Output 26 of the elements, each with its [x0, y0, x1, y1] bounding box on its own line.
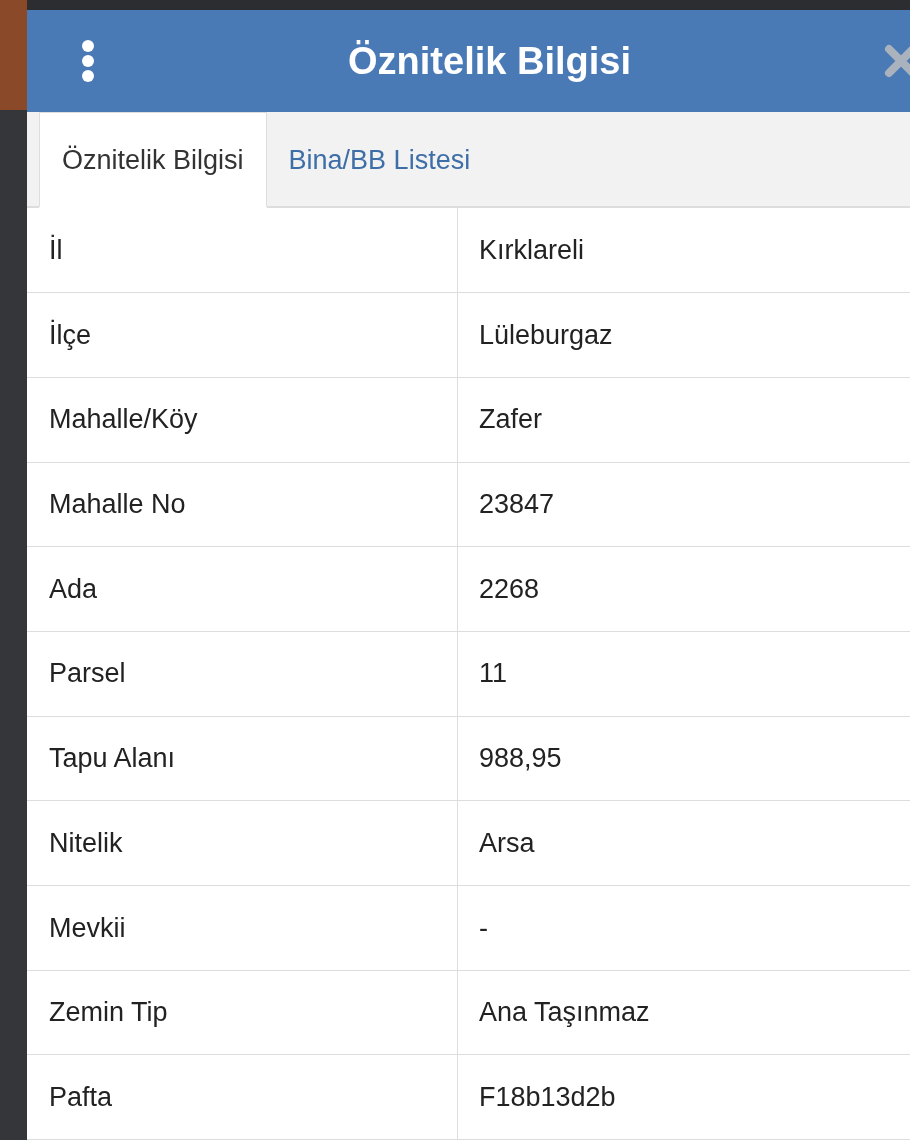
field-value: 11 [478, 657, 509, 691]
field-value: 988,95 [478, 742, 563, 776]
field-value: 23847 [478, 488, 556, 522]
field-label: Ada [27, 547, 458, 631]
field-label: Mahalle/Köy [27, 377, 458, 462]
field-label: Nitelik [27, 801, 458, 885]
field-label: Mahalle No [27, 462, 458, 547]
field-value: Ana Taşınmaz [478, 996, 651, 1030]
field-value: Arsa [478, 826, 536, 860]
field-label: Mevkii [27, 885, 458, 970]
field-value: Kırklareli [478, 234, 586, 268]
field-value: Lüleburgaz [478, 318, 614, 352]
field-label: İl [27, 208, 458, 293]
field-label: Zemin Tip [27, 970, 458, 1055]
menu-icon[interactable] [81, 39, 95, 84]
field-label: Pafta [27, 1055, 458, 1139]
field-label: Parsel [27, 631, 458, 716]
field-value: F18b13d2b [478, 1080, 617, 1114]
field-value: 2268 [478, 572, 541, 606]
dialog-title: Öznitelik Bilgisi [347, 38, 632, 84]
field-label: İlçe [27, 293, 458, 377]
field-label: Tapu Alanı [27, 716, 458, 801]
field-value: - [478, 911, 489, 945]
tab[interactable]: Öznitelik Bilgisi [39, 112, 267, 209]
field-value: Zafer [478, 403, 544, 437]
tab[interactable]: Bina/BB Listesi [266, 112, 493, 209]
